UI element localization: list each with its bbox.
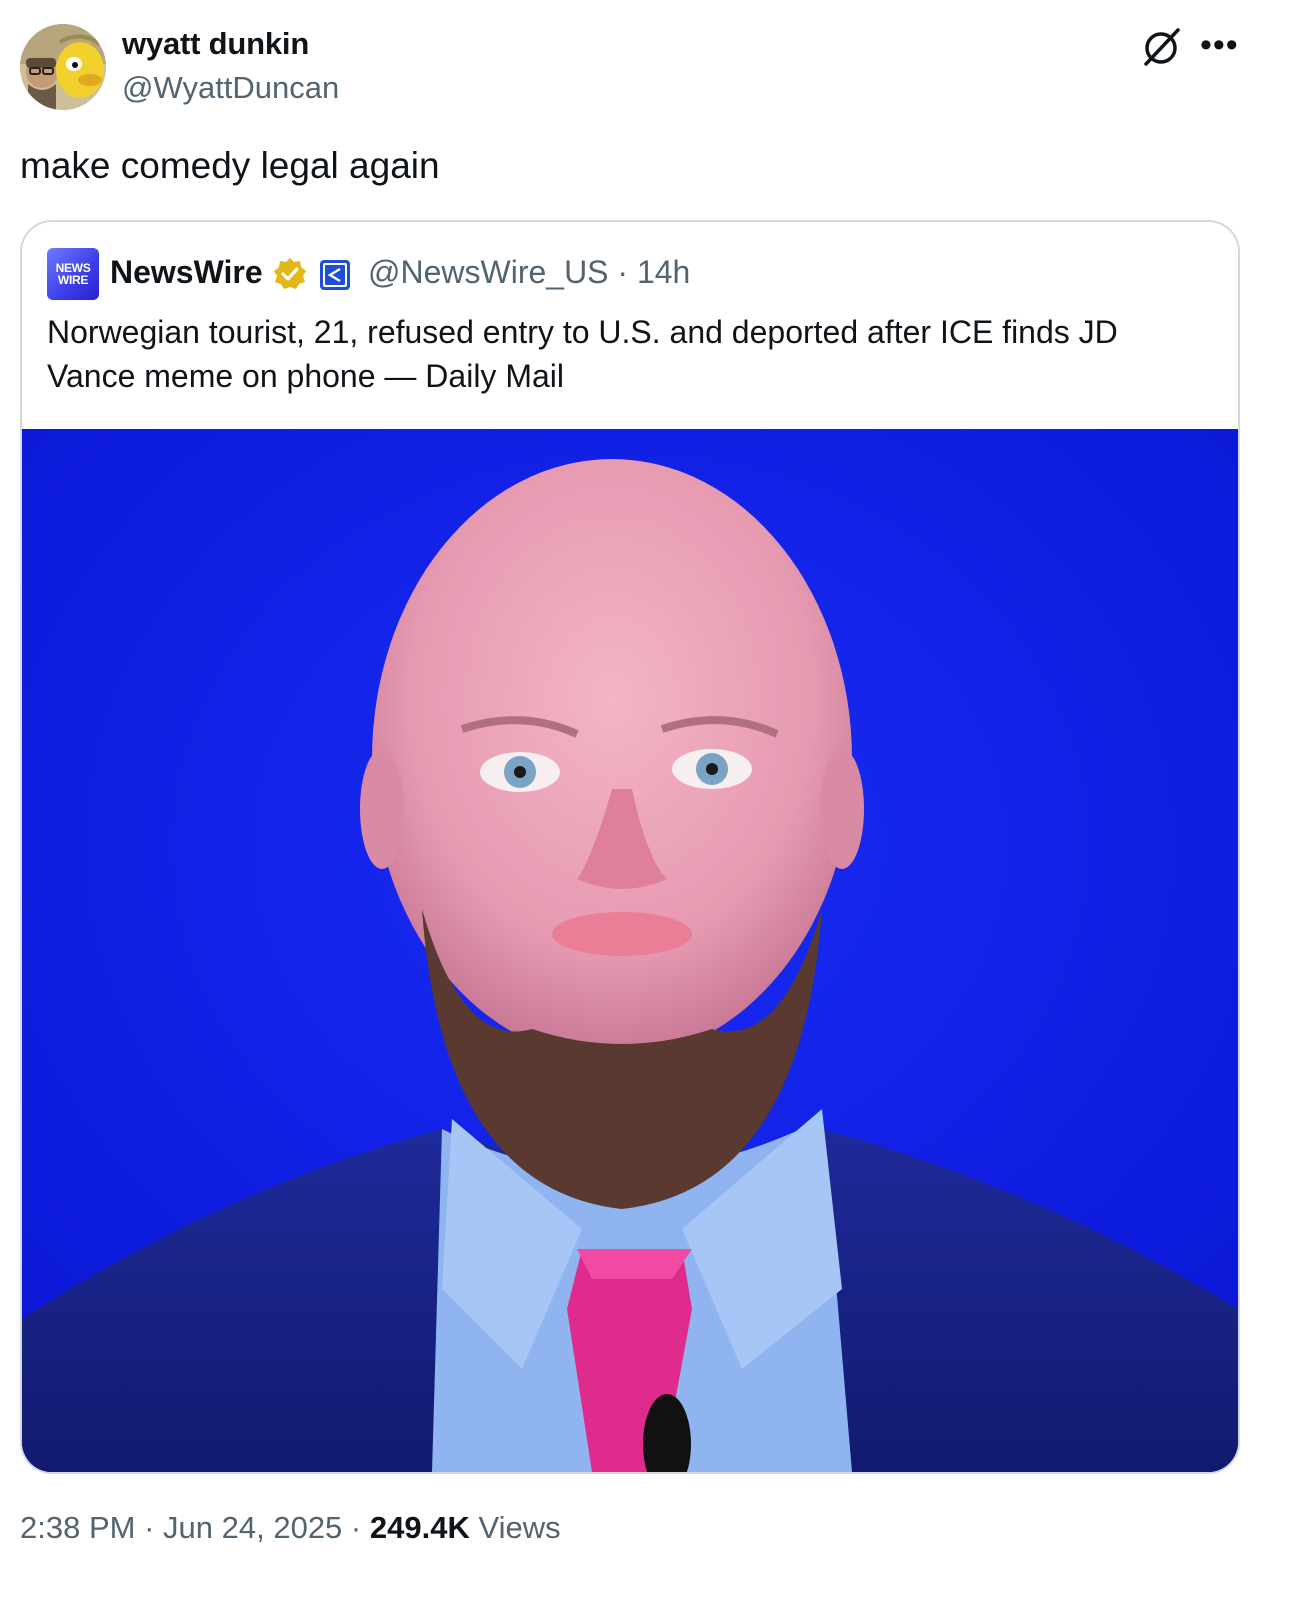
tweet-footer: 2:38 PM · Jun 24, 2025 · 249.4K Views	[20, 1510, 561, 1546]
author-avatar[interactable]	[20, 24, 106, 110]
tweet-text: make comedy legal again	[20, 145, 440, 186]
quoted-time[interactable]: 14h	[637, 254, 690, 290]
tweet-time[interactable]: 2:38 PM	[20, 1510, 135, 1545]
footer-separator: ·	[144, 1510, 155, 1545]
views-label: Views	[478, 1510, 561, 1545]
quoted-text: Norwegian tourist, 21, refused entry to …	[47, 314, 1118, 394]
quoted-image[interactable]	[22, 429, 1238, 1472]
meme-photo	[22, 429, 1238, 1472]
avatar-image	[20, 24, 106, 110]
quoted-avatar-text-2: WIRE	[57, 273, 89, 287]
quoted-avatar[interactable]: NEWS WIRE	[47, 248, 99, 300]
tweet-date[interactable]: Jun 24, 2025	[163, 1510, 342, 1545]
quoted-tweet-card[interactable]: NEWS WIRE NewsWire @NewsWire_US · 14h No…	[20, 220, 1240, 1474]
footer-separator: ·	[350, 1510, 362, 1545]
quoted-handle[interactable]: @NewsWire_US	[368, 254, 609, 290]
views-count[interactable]: 249.4K	[370, 1510, 470, 1545]
author-name[interactable]: wyatt dunkin	[122, 26, 309, 62]
author-handle[interactable]: @WyattDuncan	[122, 70, 339, 106]
quoted-author-name[interactable]: NewsWire	[110, 254, 263, 291]
quoted-meta: @NewsWire_US · 14h	[368, 254, 690, 291]
meta-separator: ·	[617, 254, 629, 290]
grok-icon[interactable]	[1140, 26, 1182, 68]
affiliate-badge-icon	[320, 260, 350, 290]
more-options-icon[interactable]: •••	[1200, 28, 1239, 62]
gold-verified-badge-icon	[274, 258, 306, 289]
